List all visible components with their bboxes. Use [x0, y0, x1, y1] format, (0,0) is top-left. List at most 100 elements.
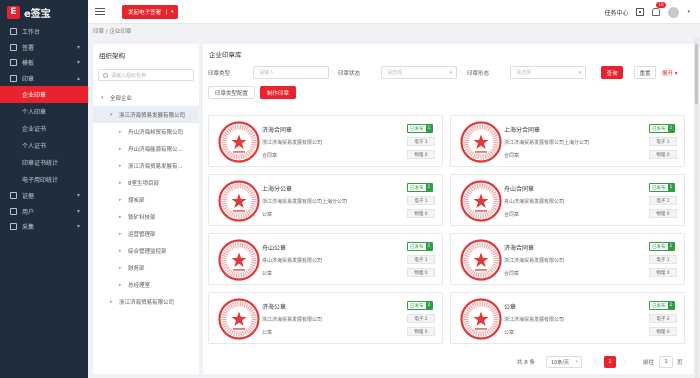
collect-icon	[10, 223, 17, 231]
sidebar-item-evidence[interactable]: 证据 ▾	[0, 188, 88, 204]
seal-card[interactable]: 济海合同章 浙江济海贸易发展有限公司 合同章 已发布 1 电子 1 物理 0	[208, 115, 443, 167]
org-tree-node[interactable]: ▸ 浙江济海贸易有限公司	[93, 293, 199, 310]
chevron-down-icon[interactable]: ▾	[166, 8, 178, 15]
avatar[interactable]	[668, 6, 680, 18]
seal-company: 舟山济海贸易发展有限公司	[262, 258, 323, 264]
sidebar-item-collect[interactable]: 采集 ▾	[0, 219, 88, 235]
seal-status-select[interactable]: 请选择 ▾	[381, 66, 457, 79]
org-tree-node[interactable]: ▸ 综合管理监控部	[93, 242, 199, 259]
sidebar-item-template[interactable]: 模板 ▾	[0, 55, 88, 71]
electronic-count-tag: 电子 2	[649, 314, 677, 323]
home-icon	[10, 28, 17, 36]
chevron-down-icon[interactable]: ▾	[687, 9, 690, 15]
status-count: 1	[667, 184, 675, 191]
org-tree-node[interactable]: ▸ 浙江济海贸易发展有...	[93, 157, 199, 174]
caret-down-icon[interactable]: ▾	[101, 95, 107, 101]
seal-name: 舟山公章	[262, 245, 287, 252]
seal-card[interactable]: 公章 浙江济海贸易发展有限公司 公章 已发布 2 电子 2 物理 0	[450, 292, 685, 344]
reset-button[interactable]: 重置	[634, 66, 656, 79]
seal-type-input[interactable]: 请输入	[253, 66, 329, 79]
electronic-count-tag: 电子 1	[407, 196, 435, 205]
org-tree-node-label: 运营管理部	[128, 231, 156, 238]
seal-type: 公章	[262, 212, 273, 218]
page-1-button[interactable]: 1	[604, 356, 616, 368]
seal-status-placeholder: 请选择	[387, 70, 403, 76]
electronic-count-tag: 电子 1	[649, 196, 677, 205]
qrcode-icon[interactable]	[636, 8, 645, 16]
start-signing-button[interactable]: 发起电子签署 ▾	[122, 4, 178, 19]
caret-right-icon[interactable]: ▸	[119, 231, 125, 237]
expand-link[interactable]: 展开 ▾	[662, 69, 678, 77]
bell-icon[interactable]: 10	[652, 2, 666, 16]
org-tree-node[interactable]: ▸ 总经理室	[93, 276, 199, 293]
org-tree-node[interactable]: ▸ 铁矿科技部	[93, 208, 199, 225]
task-center-link[interactable]: 任务中心	[604, 8, 628, 17]
sidebar-item-sign[interactable]: 签署 ▾	[0, 40, 88, 56]
caret-right-icon[interactable]: ▸	[119, 248, 125, 254]
query-button[interactable]: 查询	[601, 66, 623, 79]
caret-right-icon[interactable]: ▸	[119, 163, 125, 169]
caret-right-icon[interactable]: ▸	[110, 299, 116, 305]
sidebar-subitem[interactable]: 个人印章	[0, 103, 88, 120]
action-bar: 印章类型配置 制作印章	[208, 86, 297, 99]
pagination-total: 共 8 条	[517, 360, 535, 366]
org-search-placeholder: 请输入组织名称	[111, 72, 147, 79]
caret-right-icon[interactable]: ▸	[119, 265, 125, 271]
seal-name: 上海分公章	[262, 186, 293, 193]
sidebar-subitem[interactable]: 个人证书	[0, 137, 88, 154]
sidebar-subitem[interactable]: 印章证书统计	[0, 154, 88, 171]
chevron-up-icon: ▴	[76, 74, 80, 82]
seal-image	[218, 239, 260, 281]
seal-form-select[interactable]: 请选择 ▾	[510, 66, 586, 79]
org-tree-node[interactable]: ▸ 8室生项目部	[93, 174, 199, 191]
org-tree-node[interactable]: ▸ 舟山济海邦贸有限公司	[93, 123, 199, 140]
sidebar-item-home[interactable]: 工作台	[0, 24, 88, 40]
org-tree-node[interactable]: ▸ 煤炭部	[93, 191, 199, 208]
page-size-value: 10条/页	[551, 359, 570, 366]
caret-right-icon[interactable]: ▸	[119, 129, 125, 135]
search-icon	[103, 72, 108, 78]
status-label: 已发布	[652, 244, 666, 250]
menu-toggle-icon[interactable]	[95, 8, 105, 15]
prev-page-button[interactable]: ‹	[589, 356, 601, 368]
seal-card[interactable]: 舟山公章 舟山济海贸易发展有限公司 公章 已发布 1 电子 1 物理 0	[208, 233, 443, 285]
caret-right-icon[interactable]: ▸	[119, 180, 125, 186]
sidebar-subitem[interactable]: 企业印章	[0, 86, 88, 103]
physical-count-tag: 物理 0	[407, 209, 435, 218]
seal-status-label: 印章状态	[338, 71, 361, 77]
org-search-input[interactable]: 请输入组织名称	[98, 69, 194, 81]
seal-card[interactable]: 上海分合同章 浙江济海贸易发展有限公司上海分公司 合同章 已发布 1 电子 1 物理 0	[450, 115, 685, 167]
caret-right-icon[interactable]: ▸	[119, 197, 125, 203]
sidebar-subitem[interactable]: 企业证书	[0, 120, 88, 137]
org-tree-node[interactable]: ▸ 运营管理部	[93, 225, 199, 242]
status-badge: 已发布 1	[649, 242, 676, 251]
scrollbar-thumb[interactable]	[695, 44, 698, 104]
org-tree-node[interactable]: ▸ 舟山济海能源有限公...	[93, 140, 199, 157]
org-tree-node[interactable]: ▸ 财务部	[93, 259, 199, 276]
status-badge: 已发布 1	[649, 124, 676, 133]
make-seal-button[interactable]: 制作印章	[260, 86, 297, 99]
next-page-button[interactable]: ›	[619, 356, 631, 368]
seal-card[interactable]: 济海公章 浙江济海贸易发展有限公司 公章 已发布 2 电子 2 物理 0	[208, 292, 443, 344]
logo-mark-icon: E	[7, 5, 20, 19]
seal-card[interactable]: 上海分公章 浙江济海贸易发展有限公司上海分公司 公章 已发布 1 电子 1 物理 0	[208, 174, 443, 226]
sidebar-item-user[interactable]: 用户 ▾	[0, 204, 88, 220]
seal-type-config-button[interactable]: 印章类型配置	[208, 86, 256, 99]
sidebar-item-seal[interactable]: 印章 ▴	[0, 71, 88, 87]
seal-type: 公章	[262, 271, 273, 277]
org-tree-node[interactable]: ▾ 全部企业	[93, 89, 199, 106]
caret-right-icon[interactable]: ▸	[119, 214, 125, 220]
org-tree-node-label: 全部企业	[110, 95, 133, 102]
org-tree-node[interactable]: ▾ 浙江济海贸易发展有限公司	[93, 106, 199, 123]
caret-right-icon[interactable]: ▸	[119, 282, 125, 288]
scrollbar[interactable]	[694, 38, 699, 378]
caret-down-icon[interactable]: ▾	[110, 112, 116, 118]
sidebar-subitem[interactable]: 电子用印统计	[0, 171, 88, 188]
logo[interactable]: E e签宝	[0, 0, 88, 24]
goto-page-input[interactable]: 1	[659, 356, 673, 368]
seal-card[interactable]: 舟山合同章 舟山济海贸易发展有限公司 合同章 已发布 1 电子 1 物理 0	[450, 174, 685, 226]
org-tree-node-label: 8室生项目部	[128, 180, 159, 187]
page-size-select[interactable]: 10条/页 ▾	[546, 356, 582, 368]
caret-right-icon[interactable]: ▸	[119, 146, 125, 152]
seal-card[interactable]: 济海合同章 浙江济海贸易发展有限公司 合同章 已发布 1 电子 1 物理 0	[450, 233, 685, 285]
